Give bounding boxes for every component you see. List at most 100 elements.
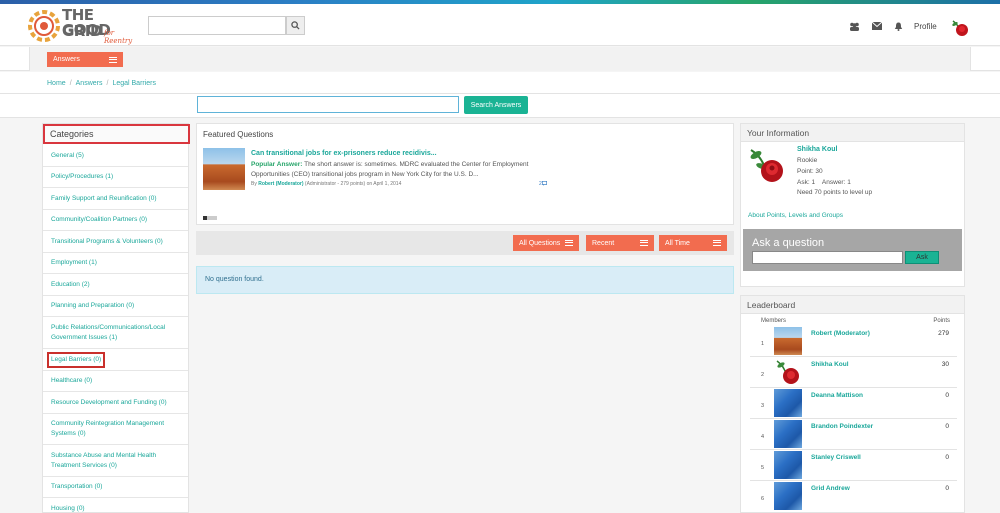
leaderboard-row: 1 Robert (Moderator) 279 — [750, 326, 957, 357]
breadcrumb-current[interactable]: Legal Barriers — [112, 80, 156, 87]
featured-question-meta: By Robert (Moderator) (Administrator - 2… — [251, 181, 402, 187]
breadcrumb-answers[interactable]: Answers — [76, 80, 103, 87]
category-item[interactable]: General (5) — [43, 145, 188, 167]
ask-question-title: Ask a question — [752, 237, 825, 249]
leaderboard-row: 5 Stanley Criswell 0 — [750, 450, 957, 481]
leaderboard-row: 2 Shikha Koul 30 — [750, 357, 957, 388]
main-content: Featured Questions Can transitional jobs… — [196, 123, 734, 513]
member-avatar[interactable] — [774, 389, 802, 417]
menu-icon — [713, 240, 721, 246]
ask-question-input[interactable] — [752, 251, 903, 264]
users-icon[interactable] — [849, 22, 860, 33]
category-item[interactable]: Transitional Programs & Volunteers (0) — [43, 231, 188, 253]
user-ask-answer-counts: Ask: 1 Answer: 1 — [797, 179, 851, 186]
menu-icon — [565, 240, 573, 246]
leaderboard-row: 4 Brandon Poindexter 0 — [750, 419, 957, 450]
category-item[interactable]: Community Reintegration Management Syste… — [43, 414, 188, 445]
category-item[interactable]: Public Relations/Communications/Local Go… — [43, 317, 188, 349]
right-sidebar: Your Information Shikha Koul Rookie Poin… — [740, 123, 965, 513]
categories-title: Categories — [43, 124, 190, 144]
member-name-link[interactable]: Shikha Koul — [811, 361, 849, 368]
answer-count: 2 — [539, 180, 547, 187]
member-points: 30 — [941, 361, 949, 368]
user-avatar[interactable] — [950, 18, 970, 38]
logo-gear-icon — [28, 10, 60, 42]
bell-icon[interactable] — [894, 22, 903, 33]
category-item[interactable]: Resource Development and Funding (0) — [43, 392, 188, 414]
member-points: 0 — [945, 485, 949, 492]
popular-answer-label: Popular Answer: — [251, 161, 303, 168]
search-answers-button[interactable]: Search Answers — [464, 96, 528, 114]
member-avatar[interactable] — [774, 358, 802, 386]
member-points: 0 — [945, 423, 949, 430]
answers-search-input[interactable] — [197, 96, 459, 113]
category-item[interactable]: Education (2) — [43, 274, 188, 296]
ask-question-box: Ask a question Ask — [743, 229, 962, 271]
category-item[interactable]: Family Support and Reunification (0) — [43, 188, 188, 210]
featured-questions-title: Featured Questions — [203, 130, 274, 139]
site-logo[interactable]: THE GOOD GRID for Reentry — [24, 6, 144, 46]
sub-navigation-bar: Answers — [0, 47, 1000, 71]
top-header: THE GOOD GRID for Reentry Profile — [0, 4, 1000, 46]
carousel-pager[interactable] — [203, 216, 217, 220]
member-avatar[interactable] — [774, 482, 802, 510]
logo-line-2: GRID — [62, 22, 102, 40]
category-item[interactable]: Substance Abuse and Mental Health Treatm… — [43, 445, 188, 477]
profile-link[interactable]: Profile — [914, 22, 937, 31]
breadcrumb-home[interactable]: Home — [47, 80, 66, 87]
user-name-link[interactable]: Shikha Koul — [797, 146, 837, 153]
member-avatar[interactable] — [774, 451, 802, 479]
search-icon — [291, 21, 300, 30]
leaderboard-points-header: Points — [933, 318, 950, 324]
your-information-panel: Your Information Shikha Koul Rookie Poin… — [740, 123, 965, 287]
featured-answer-excerpt: Popular Answer: The short answer is: som… — [251, 160, 551, 180]
category-item-selected[interactable]: Legal Barriers (0) — [43, 349, 188, 371]
category-item[interactable]: Employment (1) — [43, 253, 188, 274]
logo-tagline: for Reentry — [104, 29, 133, 45]
category-item[interactable]: Policy/Procedures (1) — [43, 167, 188, 188]
member-points: 279 — [938, 330, 949, 337]
leaderboard-panel: Leaderboard Members Points 1 Robert (Mod… — [740, 295, 965, 513]
categories-panel: Categories General (5) Policy/Procedures… — [42, 123, 190, 513]
envelope-icon[interactable] — [871, 21, 883, 32]
leaderboard-row: 6 Grid Andrew 0 — [750, 481, 957, 512]
category-item[interactable]: Healthcare (0) — [43, 371, 188, 392]
all-time-filter[interactable]: All Time — [659, 235, 727, 251]
featured-questions-panel: Featured Questions Can transitional jobs… — [196, 123, 734, 225]
member-avatar[interactable] — [774, 327, 802, 355]
breadcrumb-separator: / — [69, 80, 72, 87]
user-level-up-need: Need 70 points to level up — [797, 189, 873, 196]
category-item[interactable]: Housing (0) — [43, 498, 188, 513]
member-name-link[interactable]: Robert (Moderator) — [811, 330, 870, 337]
leaderboard-members-header: Members — [761, 318, 787, 324]
site-search-input[interactable] — [148, 16, 286, 35]
menu-icon — [109, 56, 117, 63]
member-avatar[interactable] — [774, 420, 802, 448]
answers-search-row: Search Answers — [0, 94, 1000, 118]
answers-menu-label: Answers — [53, 56, 80, 63]
user-avatar — [750, 149, 783, 182]
no-question-alert: No question found. — [196, 266, 734, 294]
featured-author-link[interactable]: Robert (Moderator) — [258, 181, 303, 187]
member-name-link[interactable]: Deanna Mattison — [811, 392, 863, 399]
member-name-link[interactable]: Brandon Poindexter — [811, 423, 873, 430]
featured-question-image — [203, 148, 245, 190]
category-item[interactable]: Community/Coalition Partners (0) — [43, 210, 188, 231]
featured-question-link[interactable]: Can transitional jobs for ex-prisoners r… — [251, 150, 437, 157]
sub-navigation-inner: Answers — [29, 47, 971, 71]
breadcrumb-separator: / — [106, 80, 109, 87]
member-points: 0 — [945, 454, 949, 461]
member-name-link[interactable]: Grid Andrew — [811, 485, 850, 492]
breadcrumb-row: Home / Answers / Legal Barriers — [0, 72, 1000, 94]
answers-menu-button[interactable]: Answers — [47, 52, 123, 67]
all-questions-filter[interactable]: All Questions — [513, 235, 579, 251]
site-search-button[interactable] — [286, 16, 305, 35]
category-item[interactable]: Planning and Preparation (0) — [43, 296, 188, 317]
about-points-link[interactable]: About Points, Levels and Groups — [748, 212, 843, 219]
your-information-title: Your Information — [741, 124, 964, 142]
category-item[interactable]: Transportation (0) — [43, 477, 188, 498]
ask-button[interactable]: Ask — [905, 251, 939, 264]
recent-filter[interactable]: Recent — [586, 235, 654, 251]
member-name-link[interactable]: Stanley Criswell — [811, 454, 861, 461]
comment-icon — [541, 180, 547, 186]
